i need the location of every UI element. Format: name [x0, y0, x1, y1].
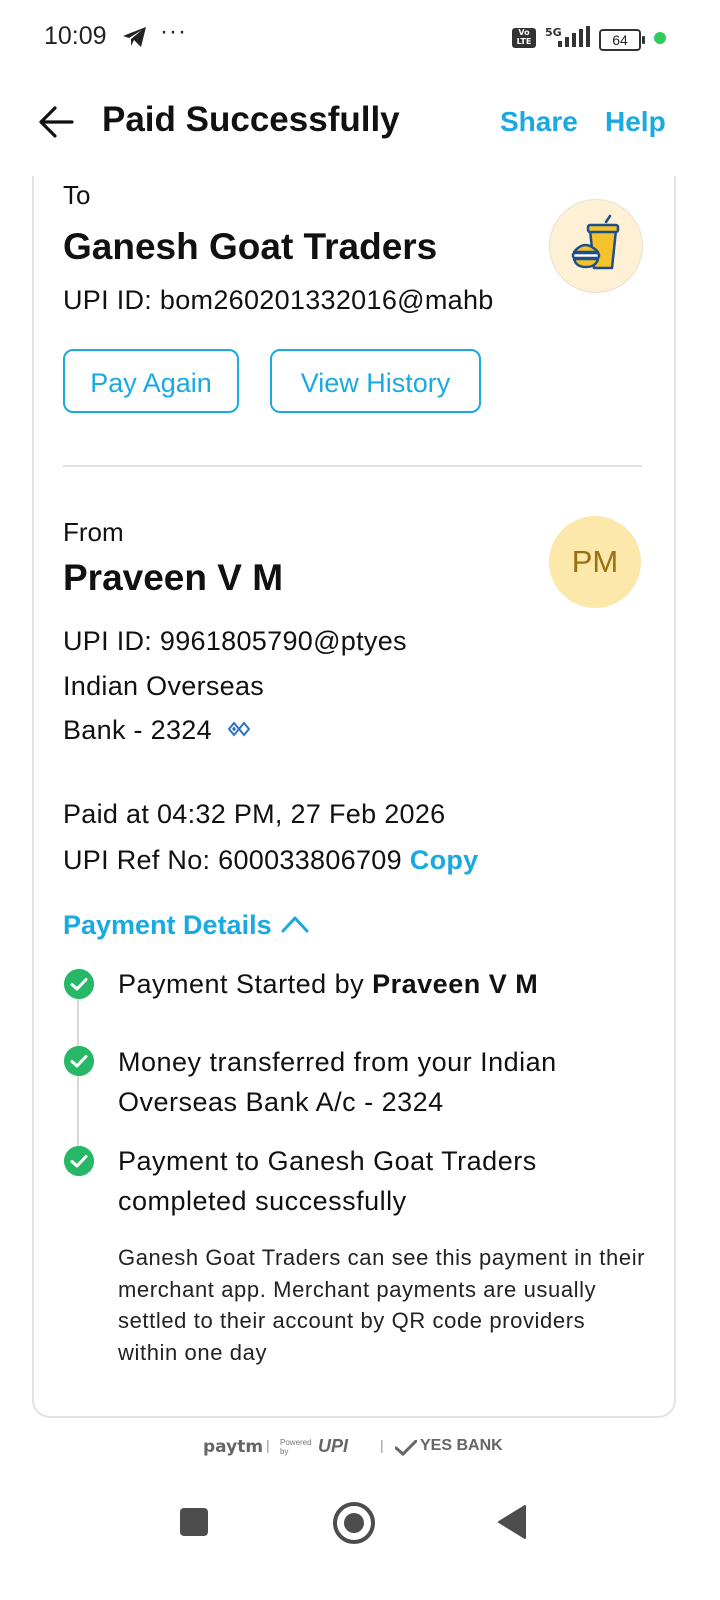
- from-label: From: [63, 517, 124, 547]
- sender-bank-name: Indian Overseas: [63, 671, 265, 701]
- iob-bank-logo-icon: [227, 721, 251, 737]
- recent-apps-button[interactable]: [180, 1508, 208, 1536]
- sender-avatar: PM: [549, 516, 641, 608]
- telegram-icon: [123, 27, 146, 47]
- volte-icon: Vo LTE: [512, 28, 536, 48]
- home-button[interactable]: [333, 1502, 375, 1544]
- more-notifications-icon: ···: [160, 18, 187, 45]
- yes-bank-logo: YES BANK: [420, 1437, 503, 1454]
- check-circle-icon: [64, 969, 94, 999]
- footer-separator: |: [266, 1437, 270, 1453]
- food-icon: [571, 214, 620, 270]
- upi-ref-line: UPI Ref No: 600033806709 Copy: [63, 845, 478, 876]
- timeline-step-transferred: Money transferred from your Indian Overs…: [118, 1047, 557, 1117]
- back-arrow-icon[interactable]: [38, 105, 74, 139]
- upi-logo: UPI: [318, 1436, 349, 1456]
- powered-by-label: Powered by: [280, 1438, 312, 1456]
- paid-at-timestamp: Paid at 04:32 PM, 27 Feb 2026: [63, 799, 446, 829]
- copy-ref-button[interactable]: Copy: [410, 845, 479, 875]
- battery-icon: 64: [599, 29, 645, 51]
- merchant-name: Ganesh Goat Traders: [63, 226, 438, 267]
- view-history-button[interactable]: View History: [270, 349, 481, 413]
- payment-details-toggle[interactable]: Payment Details: [63, 910, 272, 941]
- to-label: To: [63, 180, 91, 210]
- step-text: Payment Started by: [118, 969, 373, 999]
- chevron-up-icon[interactable]: [280, 914, 310, 934]
- timeline-step-completed: Payment to Ganesh Goat Traders completed…: [118, 1146, 537, 1216]
- page-title: Paid Successfully: [102, 100, 400, 139]
- status-time: 10:09: [44, 22, 107, 50]
- back-nav-button[interactable]: [496, 1504, 528, 1540]
- check-circle-icon: [64, 1046, 94, 1076]
- paytm-logo: paytm: [203, 1437, 264, 1457]
- signal-icon: [558, 26, 590, 47]
- check-circle-icon: [64, 1146, 94, 1176]
- upi-ref-number: UPI Ref No: 600033806709: [63, 845, 402, 875]
- yes-bank-check-icon: [395, 1440, 417, 1456]
- sender-name: Praveen V M: [63, 557, 284, 598]
- settlement-note: Ganesh Goat Traders can see this payment…: [118, 1245, 646, 1365]
- share-button[interactable]: Share: [500, 106, 578, 138]
- sender-bank-account: Bank - 2324: [63, 715, 212, 745]
- timeline-step-started: Payment Started by Praveen V M: [118, 964, 648, 1004]
- merchant-avatar: [549, 199, 643, 293]
- pay-again-button[interactable]: Pay Again: [63, 349, 239, 413]
- help-button[interactable]: Help: [605, 106, 666, 138]
- section-divider: [63, 465, 642, 467]
- privacy-indicator-dot: [654, 32, 666, 44]
- step-payer-name: Praveen V M: [372, 969, 539, 999]
- footer-separator: |: [380, 1437, 384, 1453]
- merchant-upi-id: UPI ID: bom260201332016@mahb: [63, 285, 494, 315]
- sender-upi-id: UPI ID: 9961805790@ptyes: [63, 626, 407, 656]
